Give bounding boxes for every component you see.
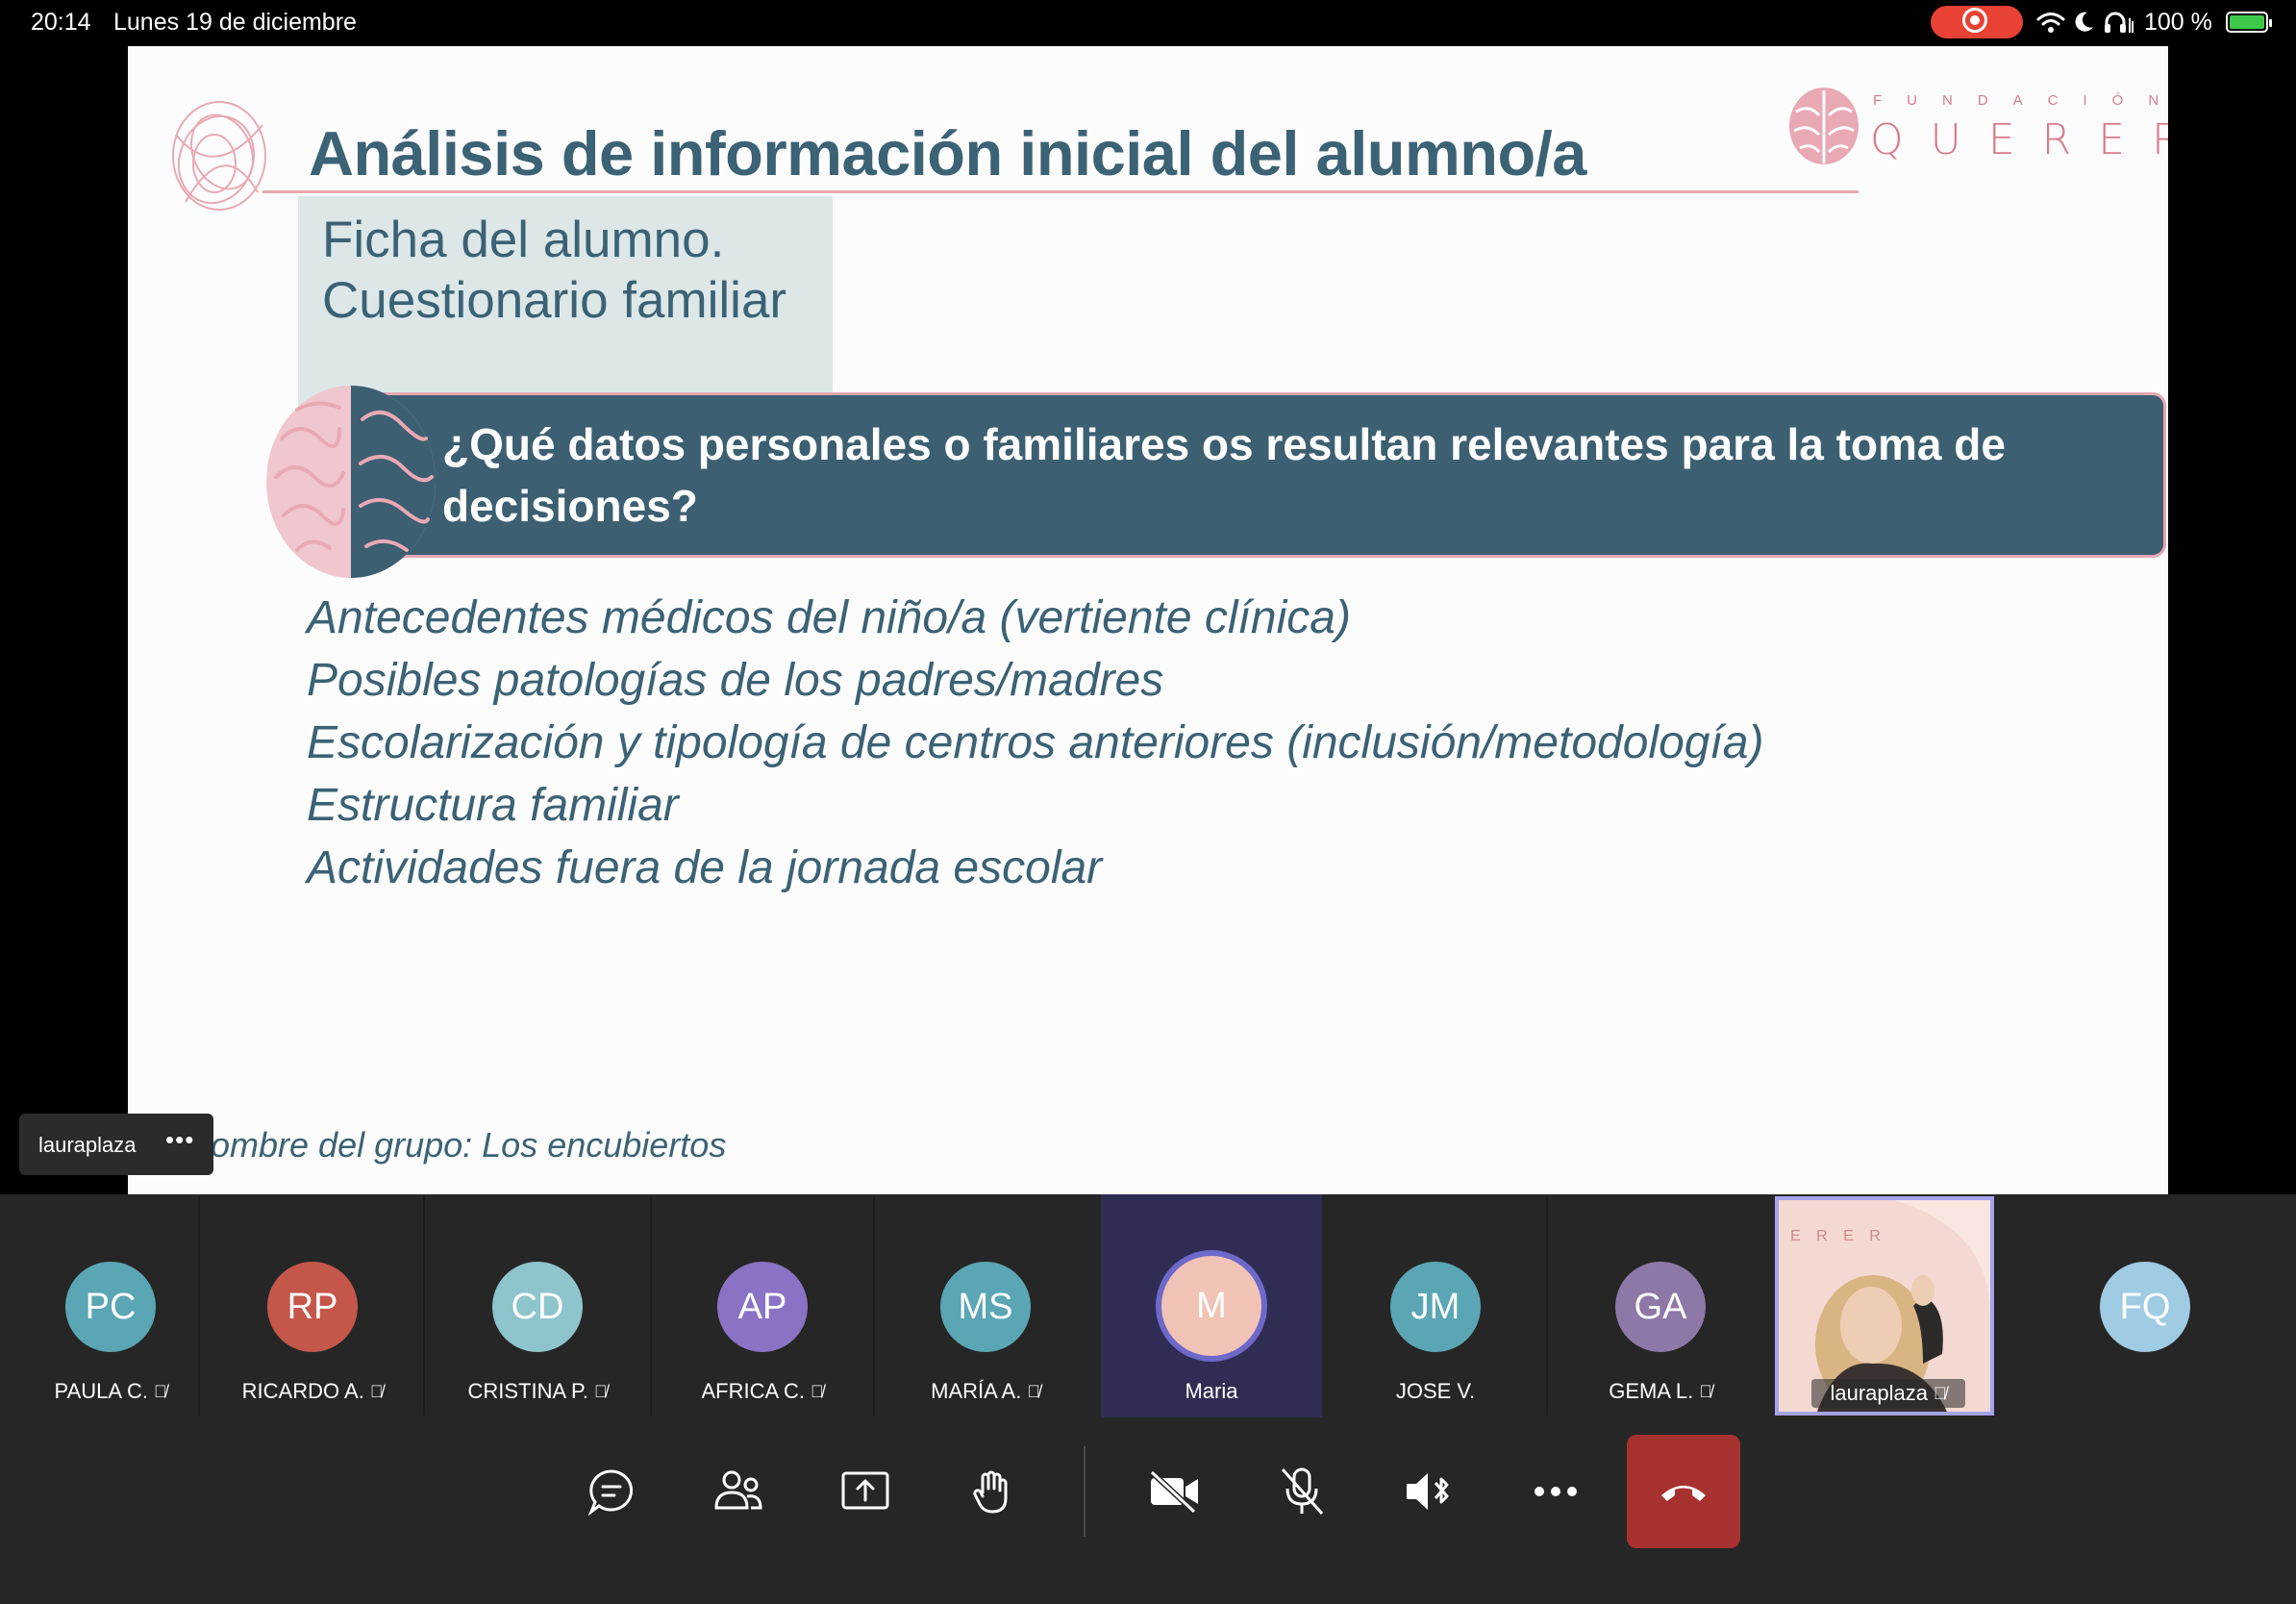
list-item: Actividades fuera de la jornada escolar — [307, 842, 1103, 893]
avatar: MS — [940, 1262, 1031, 1352]
question-text: ¿Qué datos personales o familiares os re… — [442, 419, 2006, 531]
brain-logo-icon — [1789, 88, 1859, 164]
mic-off-icon: 🎙̸ — [594, 1382, 608, 1401]
logo-text: QUERER — [1870, 115, 2168, 164]
more-options-button[interactable] — [1517, 1439, 1594, 1544]
avatar: CD — [492, 1262, 583, 1352]
call-controls — [0, 1417, 2296, 1604]
participant-name: GEMA L. — [1609, 1379, 1694, 1403]
participant-name: PAULA C. — [54, 1379, 148, 1403]
participant-name: Maria — [1185, 1379, 1238, 1403]
hang-up-button[interactable] — [1627, 1435, 1740, 1548]
headphones-icon — [2105, 12, 2134, 33]
participant-tile[interactable]: JM JOSE V. — [1325, 1194, 1546, 1417]
date: Lunes 19 de diciembre — [113, 9, 357, 36]
logo-subtext: FUNDACIÓN — [1873, 92, 2168, 109]
list-item: Estructura familiar — [307, 780, 679, 831]
speaker-button[interactable] — [1390, 1439, 1467, 1544]
moon-icon — [2075, 12, 2093, 32]
battery-icon — [2225, 12, 2272, 33]
more-options-icon[interactable]: ••• — [165, 1125, 194, 1155]
camera-off-icon — [1149, 1469, 1198, 1514]
title-underline — [262, 190, 1859, 193]
participant-name: AFRICA C. — [701, 1379, 806, 1403]
avatar: JM — [1390, 1262, 1481, 1352]
participant-tile-speaking[interactable]: M Maria — [1101, 1194, 1322, 1417]
share-screen-button[interactable] — [827, 1439, 904, 1544]
avatar: GA — [1615, 1262, 1706, 1352]
list-item: Antecedentes médicos del niño/a (vertien… — [307, 592, 1351, 643]
people-icon — [714, 1470, 762, 1510]
slide-title: Análisis de información inicial del alum… — [309, 118, 1586, 188]
speaker-bluetooth-icon — [1407, 1473, 1449, 1510]
raise-hand-button[interactable] — [954, 1439, 1031, 1544]
participant-tile[interactable]: AP AFRICA C. 🎙̸ — [652, 1194, 873, 1417]
chat-button[interactable] — [573, 1439, 650, 1544]
slide-subtitle: Ficha del alumno. Cuestionario familiar — [322, 210, 786, 331]
mic-off-icon — [1281, 1467, 1324, 1515]
participant-name: lauraplaza — [1830, 1381, 1928, 1405]
group-name: ombre del grupo: Los encubiertos — [211, 1125, 727, 1165]
participant-tile[interactable]: GA GEMA L. 🎙̸ — [1550, 1194, 1771, 1417]
avatar: PC — [65, 1262, 156, 1352]
avatar: M — [1156, 1250, 1267, 1362]
wifi-icon — [2036, 13, 2065, 33]
participant-name: RICARDO A. — [241, 1379, 364, 1403]
avatar: AP — [717, 1262, 808, 1352]
participant-video-tile[interactable]: E R E R lauraplaza 🎙̸ — [1775, 1196, 1994, 1416]
participant-name: MARÍA A. — [931, 1379, 1022, 1403]
participant-tile[interactable]: PC PAULA C. 🎙̸ — [0, 1194, 221, 1417]
subtitle-line: Cuestionario familiar — [322, 272, 787, 329]
participants-strip: PC PAULA C. 🎙̸ RP RICARDO A. 🎙̸ CD CRISTIN… — [0, 1194, 2296, 1417]
clock: 20:14 — [31, 9, 91, 36]
brain-illustration-icon — [266, 386, 436, 578]
people-button[interactable] — [700, 1439, 777, 1544]
avatar: FQ — [2100, 1262, 2190, 1352]
mic-off-icon: 🎙̸ — [153, 1382, 167, 1401]
status-icons: 100 % — [2036, 6, 2272, 38]
status-bar: 20:14 Lunes 19 de diciembre 100 % — [0, 0, 2296, 44]
bullet-list: Antecedentes médicos del niño/a (vertien… — [307, 587, 1763, 899]
svg-text:E R E R: E R E R — [1790, 1228, 1886, 1244]
presenter-tag[interactable]: lauraplaza ••• — [19, 1114, 213, 1175]
avatar: RP — [267, 1262, 358, 1352]
screen-recording-indicator[interactable] — [1931, 6, 2023, 38]
camera-toggle-button[interactable] — [1136, 1439, 1213, 1544]
mic-off-icon: 🎙̸ — [811, 1382, 824, 1401]
mic-off-icon: 🎙̸ — [369, 1382, 384, 1401]
swirl-decoration — [172, 101, 266, 211]
subtitle-line: Ficha del alumno. — [322, 212, 725, 268]
mic-off-icon: 🎙̸ — [1027, 1382, 1040, 1401]
battery-percent: 100 % — [2144, 8, 2212, 36]
participant-name: JOSE V. — [1395, 1379, 1476, 1403]
hang-up-icon — [1661, 1486, 1706, 1501]
share-screen-icon — [841, 1471, 889, 1510]
list-item: Escolarización y tipología de centros an… — [307, 717, 1764, 768]
chat-icon — [587, 1469, 634, 1516]
mic-off-icon: 🎙̸ — [1934, 1384, 1947, 1403]
participant-tile[interactable]: CD CRISTINA P. 🎙̸ — [427, 1194, 648, 1417]
presenter-name: lauraplaza — [38, 1133, 137, 1157]
list-item: Posibles patologías de los padres/madres — [307, 655, 1164, 706]
participant-name: CRISTINA P. — [467, 1379, 589, 1403]
mic-toggle-button[interactable] — [1263, 1439, 1340, 1544]
shared-slide: Análisis de información inicial del alum… — [128, 46, 2168, 1194]
more-options-icon — [1535, 1487, 1577, 1496]
participant-tile[interactable]: FQ — [2034, 1194, 2256, 1417]
participant-tile[interactable]: RP RICARDO A. 🎙̸ — [202, 1194, 423, 1417]
participant-tile[interactable]: MS MARÍA A. 🎙̸ — [875, 1194, 1096, 1417]
mic-off-icon: 🎙̸ — [1699, 1382, 1712, 1401]
raise-hand-icon — [973, 1470, 1008, 1514]
controls-divider — [1084, 1446, 1086, 1537]
